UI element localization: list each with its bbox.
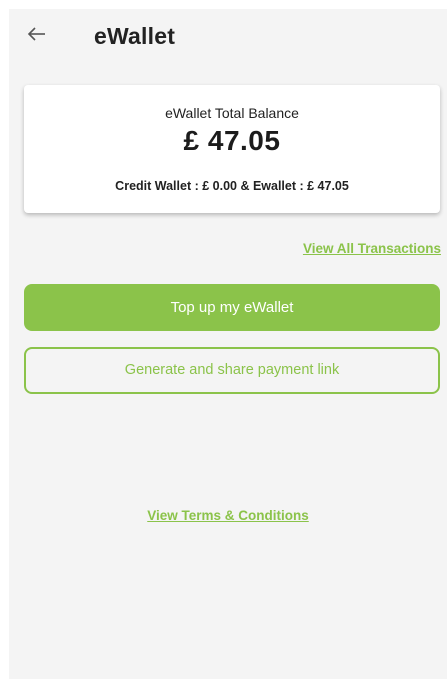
wallet-breakdown: Credit Wallet : £ 0.00 & Ewallet : £ 47.… [115, 179, 349, 193]
balance-label: eWallet Total Balance [165, 105, 299, 121]
view-terms-link[interactable]: View Terms & Conditions [9, 508, 447, 523]
balance-card: eWallet Total Balance £ 47.05 Credit Wal… [24, 85, 440, 213]
ewallet-screen: eWallet eWallet Total Balance £ 47.05 Cr… [9, 9, 447, 679]
balance-amount: £ 47.05 [183, 125, 281, 156]
top-up-button[interactable]: Top up my eWallet [24, 284, 440, 331]
view-all-transactions-link[interactable]: View All Transactions [303, 241, 441, 256]
arrow-left-icon [27, 27, 45, 41]
generate-payment-link-button[interactable]: Generate and share payment link [24, 347, 440, 394]
back-button[interactable] [26, 23, 48, 45]
app-header: eWallet [9, 9, 447, 69]
page-title: eWallet [94, 23, 176, 49]
